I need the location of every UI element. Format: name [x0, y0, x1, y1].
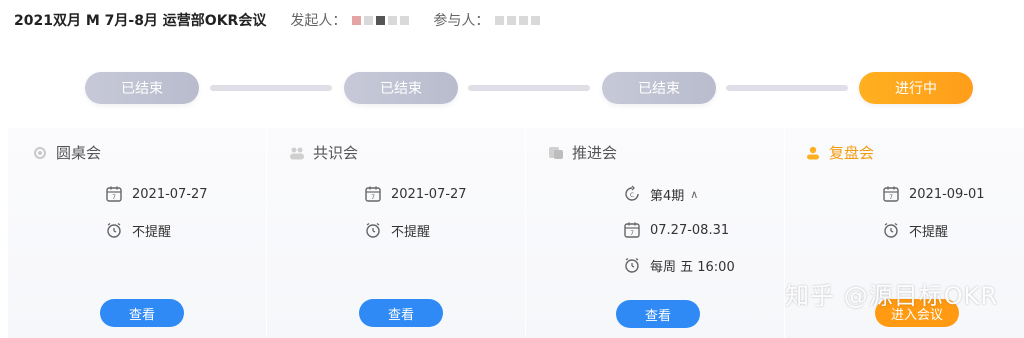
card-title: 复盘会 [829, 144, 875, 162]
stage-connector [726, 85, 848, 91]
meeting-date: 2021-07-27 [391, 186, 467, 202]
roundtable-icon [32, 145, 48, 161]
reminder-row[interactable]: 不提醒 [881, 220, 948, 240]
review-icon [805, 145, 821, 161]
stage-connector [468, 85, 590, 91]
schedule-row: 每周 五 16:00 [622, 255, 735, 275]
card-heading: 共识会 [289, 142, 358, 163]
calendar-icon: 7 [104, 184, 124, 204]
meeting-title: 2021双月 M 7月-8月 运营部OKR会议 [14, 13, 267, 29]
svg-text:C: C [630, 192, 634, 199]
period-row[interactable]: C 第4期 ∧ [622, 184, 698, 204]
initiator-avatars-blurred [352, 15, 410, 25]
reminder-row[interactable]: 不提醒 [363, 220, 430, 240]
stage-connector [210, 85, 332, 91]
stage-pill-2: 已结束 [344, 72, 458, 104]
view-button[interactable]: 查看 [616, 300, 700, 328]
view-button[interactable]: 查看 [100, 299, 184, 327]
initiator-label: 发起人： [290, 13, 347, 29]
card-heading: 复盘会 [805, 142, 874, 163]
consensus-icon [289, 145, 305, 161]
reminder-text: 不提醒 [132, 224, 172, 240]
alarm-clock-icon [104, 220, 124, 240]
period-label: 第4期 [650, 188, 685, 204]
card-heading: 圆桌会 [32, 142, 101, 163]
alarm-clock-icon [622, 255, 642, 275]
reminder-text: 不提醒 [909, 224, 949, 240]
reminder-row[interactable]: 不提醒 [104, 220, 171, 240]
card-title: 推进会 [572, 144, 618, 162]
stage-pill-3: 已结束 [602, 72, 716, 104]
card-heading: 推进会 [548, 142, 617, 163]
meeting-date: 2021-07-27 [132, 186, 208, 202]
stage-pill-1: 已结束 [85, 72, 199, 104]
stage-timeline: 已结束 已结束 已结束 进行中 [0, 68, 1024, 108]
svg-text:7: 7 [630, 230, 634, 237]
date-row: 7 2021-09-01 [881, 184, 985, 204]
reminder-text: 不提醒 [391, 224, 431, 240]
date-row: 7 2021-07-27 [104, 184, 208, 204]
schedule-text: 每周 五 16:00 [650, 259, 735, 275]
date-range: 07.27-08.31 [650, 222, 730, 238]
chevron-up-icon[interactable]: ∧ [690, 188, 698, 201]
cycle-icon: C [622, 184, 642, 204]
calendar-icon: 7 [363, 184, 383, 204]
svg-text:7: 7 [112, 194, 116, 201]
meeting-card-progress: 推进会 C 第4期 ∧ 7 07.27-08.31 每周 五 16:00 查看 [526, 128, 784, 338]
alarm-clock-icon [363, 220, 383, 240]
participants-label: 参与人： [433, 13, 490, 29]
calendar-icon: 7 [622, 220, 642, 240]
svg-text:7: 7 [889, 194, 893, 201]
date-range-row: 7 07.27-08.31 [622, 220, 729, 240]
stage-pill-4: 进行中 [859, 72, 973, 104]
participants-avatars-blurred [495, 15, 541, 25]
card-title: 共识会 [313, 144, 359, 162]
card-title: 圆桌会 [56, 144, 102, 162]
progress-icon [548, 145, 564, 161]
view-button[interactable]: 查看 [359, 299, 443, 327]
watermark-text: 知乎 @源目标OKR [785, 282, 998, 310]
meeting-date: 2021-09-01 [909, 186, 985, 202]
alarm-clock-icon [881, 220, 901, 240]
meeting-card-roundtable: 圆桌会 7 2021-07-27 不提醒 查看 [8, 128, 266, 338]
date-row: 7 2021-07-27 [363, 184, 467, 204]
calendar-icon: 7 [881, 184, 901, 204]
svg-text:7: 7 [371, 194, 375, 201]
meeting-card-consensus: 共识会 7 2021-07-27 不提醒 查看 [267, 128, 525, 338]
meeting-header: 2021双月 M 7月-8月 运营部OKR会议 发起人： 参与人： [14, 8, 541, 32]
